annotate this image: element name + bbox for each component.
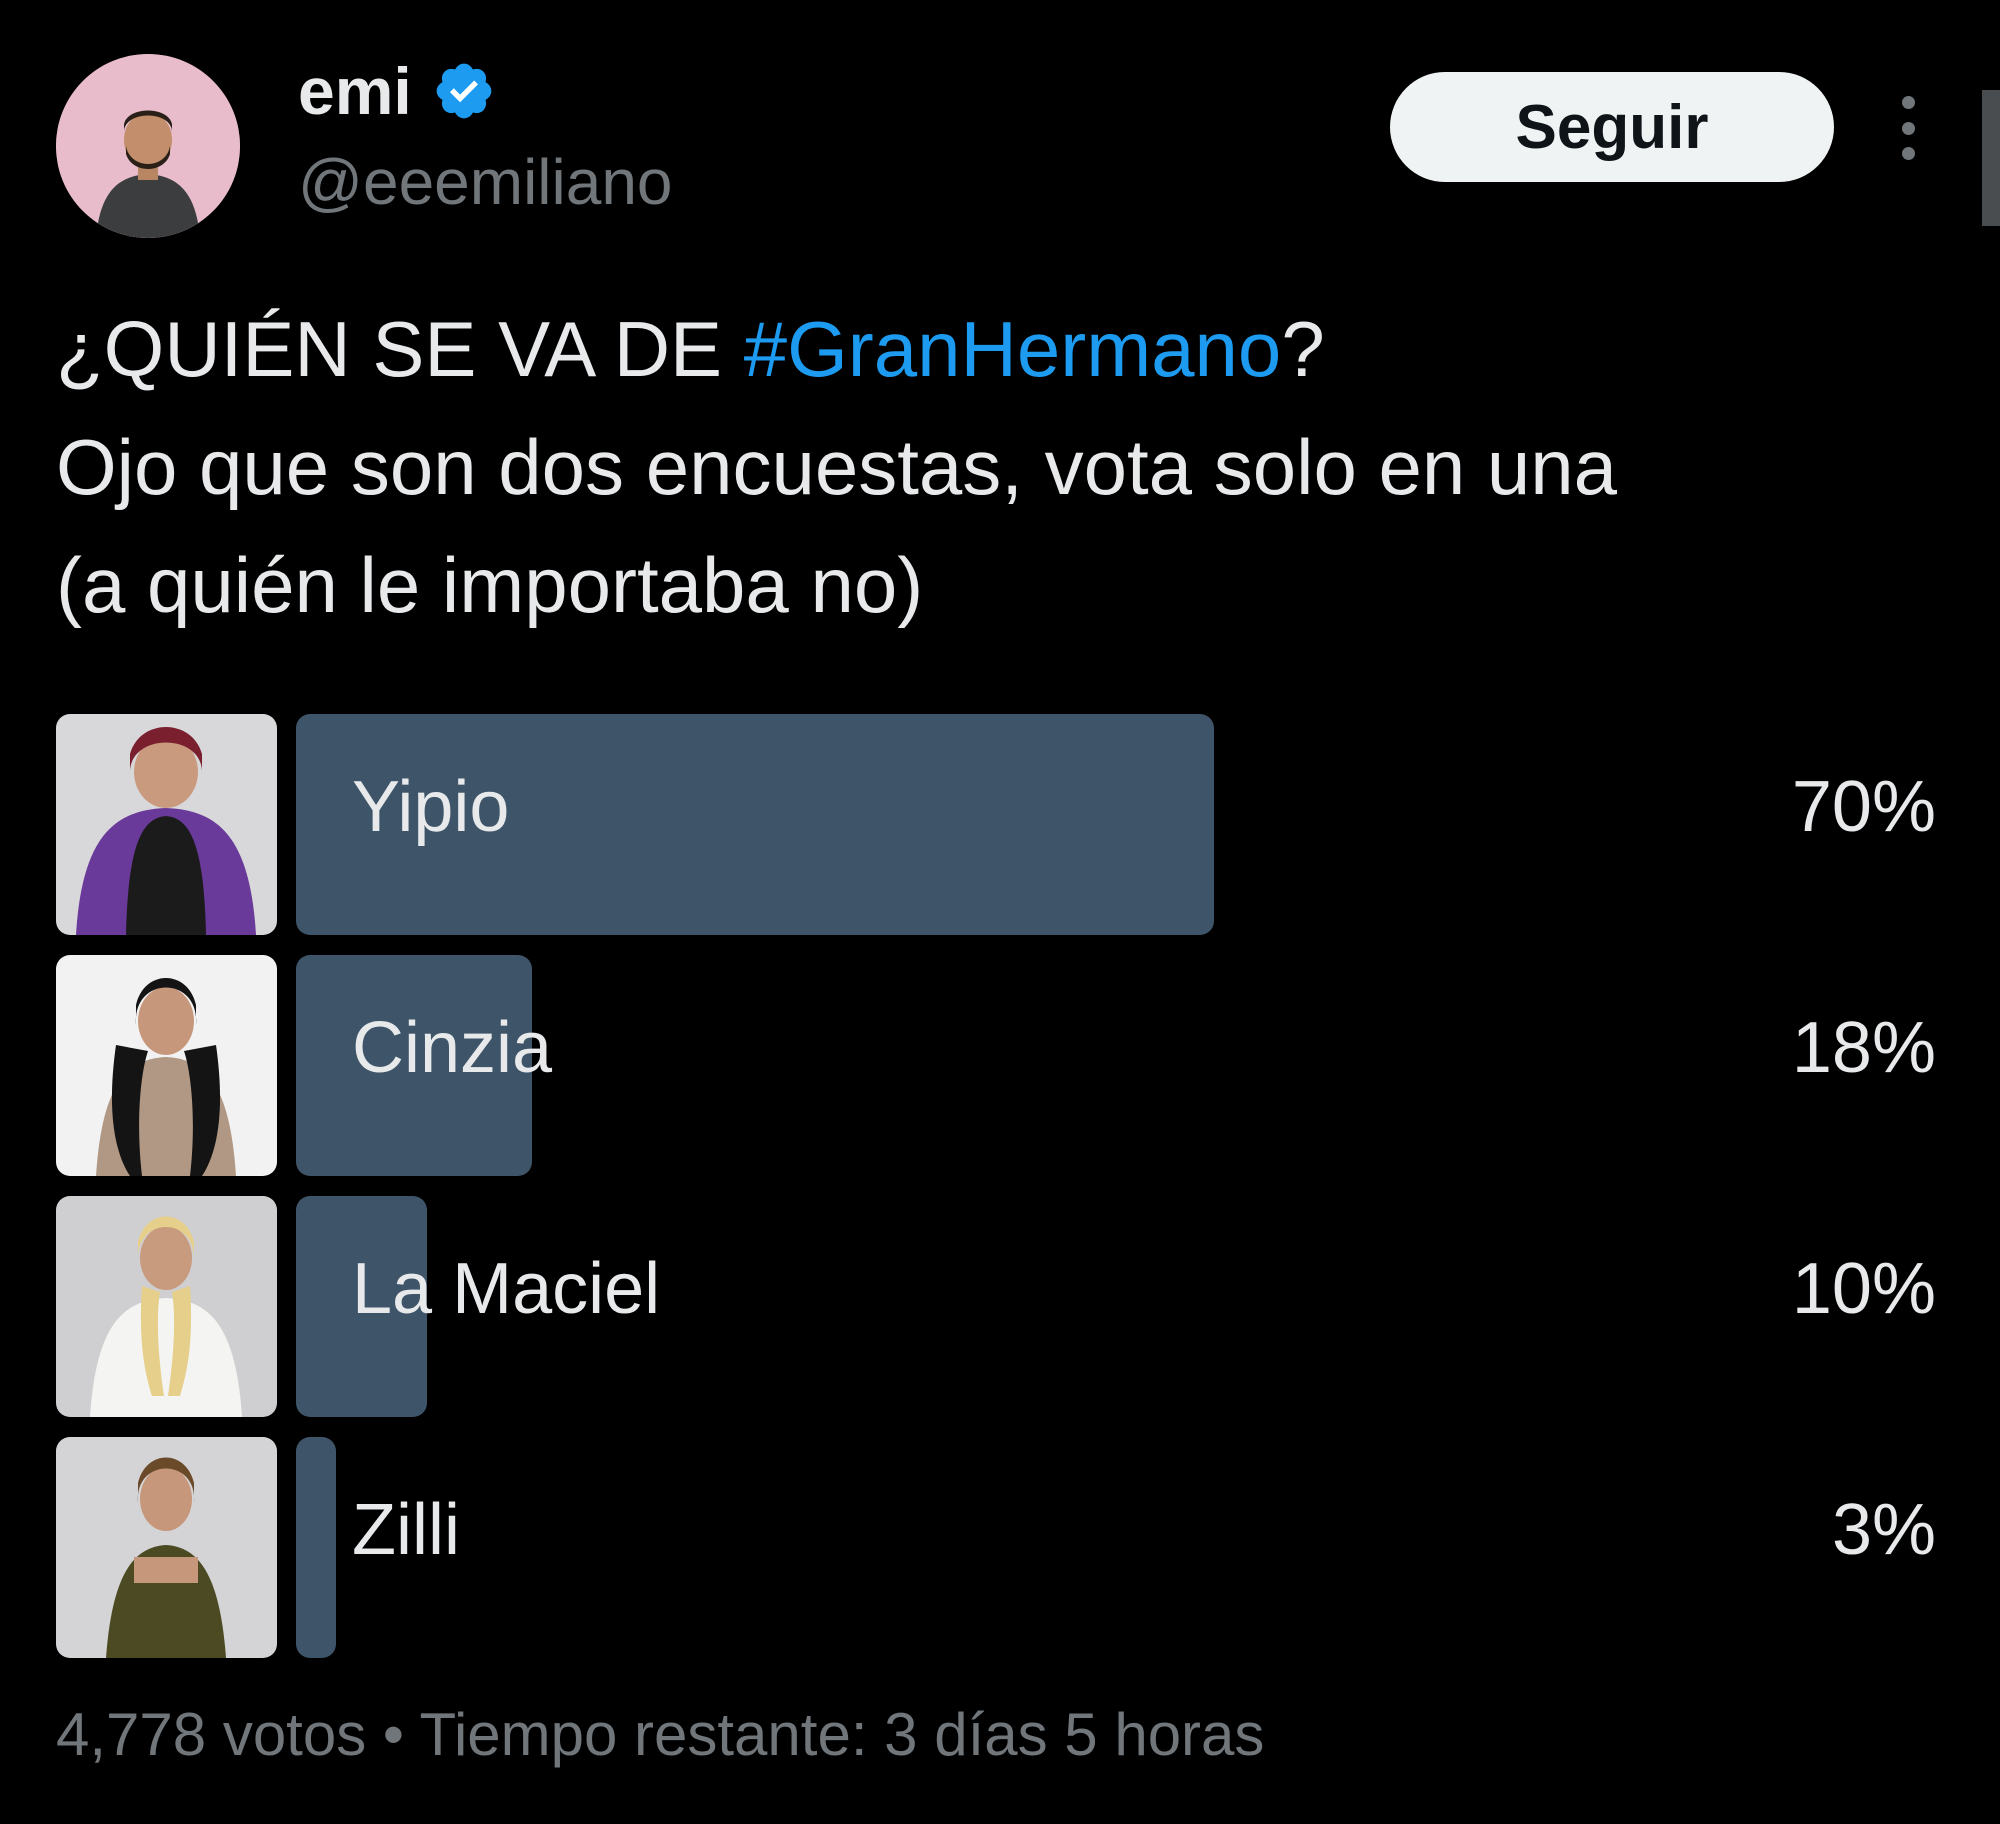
poll-option-label: Zilli [352, 1490, 460, 1570]
poll-option-image [56, 1196, 277, 1417]
more-dot [1901, 121, 1915, 135]
poll-option-label: La Maciel [352, 1249, 661, 1329]
poll-option[interactable]: Cinzia 18% [56, 955, 1936, 1176]
poll-bar-area: La Maciel 10% [296, 1196, 1936, 1417]
poll-bar-area: Zilli 3% [296, 1437, 1936, 1658]
contestant-photo [56, 1196, 277, 1417]
avatar-photo [56, 54, 240, 238]
poll-option-image [56, 1437, 277, 1658]
poll-option-percent: 70% [1791, 767, 1936, 847]
poll-option-image [56, 955, 277, 1176]
poll-bar [296, 1437, 336, 1658]
hashtag-link[interactable]: #GranHermano [744, 305, 1282, 393]
contestant-photo [56, 1437, 277, 1658]
follow-button[interactable]: Seguir [1390, 72, 1834, 182]
tweet-line-1-prefix: ¿QUIÉN SE VA DE [56, 305, 744, 393]
poll-option-image [56, 714, 277, 935]
poll-option-percent: 10% [1791, 1249, 1936, 1329]
tweet-text: ¿QUIÉN SE VA DE #GranHermano? Ojo que so… [56, 290, 1936, 644]
contestant-photo [56, 955, 277, 1176]
contestant-photo [56, 714, 277, 935]
author-handle[interactable]: @eeemiliano [298, 150, 673, 214]
scrollbar[interactable] [1982, 90, 2000, 226]
author-avatar[interactable] [56, 54, 240, 238]
more-dot [1901, 147, 1915, 160]
poll-bar-area: Yipio 70% [296, 714, 1936, 935]
author-name-row: emi [298, 58, 496, 124]
poll-option-percent: 3% [1831, 1490, 1936, 1570]
poll-footer: 4,778 votos • Tiempo restante: 3 días 5 … [56, 1700, 1264, 1769]
more-dot [1901, 96, 1915, 109]
verified-badge-icon [436, 63, 492, 119]
author-display-name[interactable]: emi [298, 58, 412, 124]
more-vertical-icon[interactable] [1890, 96, 1926, 160]
tweet-line-3: (a quién le importaba no) [56, 541, 924, 629]
time-remaining: Tiempo restante: 3 días 5 horas [419, 1701, 1265, 1768]
poll-option-label: Cinzia [352, 1008, 553, 1088]
poll-option-percent: 18% [1791, 1008, 1936, 1088]
poll-option-label: Yipio [352, 767, 510, 847]
poll-bar-area: Cinzia 18% [296, 955, 1936, 1176]
tweet-line-1-suffix: ? [1281, 305, 1325, 393]
tweet-line-2: Ojo que son dos encuestas, vota solo en … [56, 423, 1618, 511]
poll-option[interactable]: Yipio 70% [56, 714, 1936, 935]
poll-option[interactable]: La Maciel 10% [56, 1196, 1936, 1417]
tweet-line-1: ¿QUIÉN SE VA DE #GranHermano? [56, 290, 1936, 408]
footer-separator: • [382, 1701, 404, 1768]
vote-count: 4,778 votos [56, 1701, 367, 1768]
poll-option[interactable]: Zilli 3% [56, 1437, 1936, 1658]
